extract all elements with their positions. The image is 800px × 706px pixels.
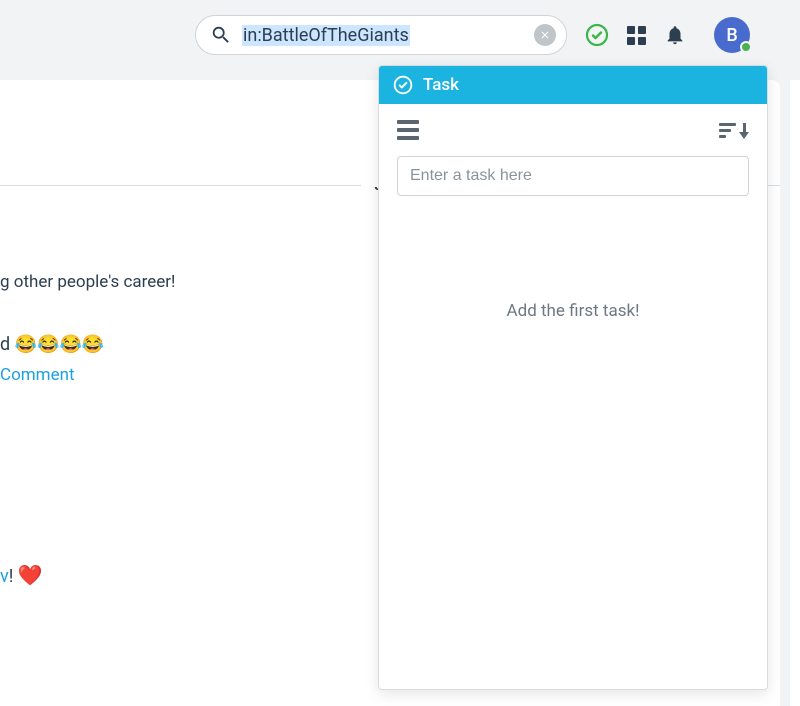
clear-search-button[interactable] [534, 24, 556, 46]
search-bar[interactable]: in:BattleOfTheGiants [195, 15, 567, 55]
task-empty-state: Add the first task! [379, 301, 767, 321]
hamburger-icon [397, 120, 419, 124]
heart-icon: ❤️ [18, 563, 43, 587]
search-value: in:BattleOfTheGiants [242, 25, 410, 46]
task-sort-button[interactable] [719, 123, 749, 138]
task-panel: Task Add the first task! [378, 65, 768, 690]
task-toolbar [379, 104, 767, 156]
sort-icon [719, 123, 736, 138]
check-circle-icon [393, 75, 413, 95]
notifications-button[interactable] [664, 24, 686, 46]
bell-icon [664, 24, 686, 46]
task-panel-header: Task [379, 66, 767, 104]
emoji-laugh: 😂 [15, 334, 37, 355]
feed-text-fragment: g other people's career! [0, 272, 175, 292]
search-icon [210, 24, 232, 46]
close-icon [539, 29, 551, 41]
user-avatar[interactable]: B [714, 17, 750, 53]
search-input[interactable]: in:BattleOfTheGiants [242, 25, 524, 46]
apps-icon-button[interactable] [627, 26, 646, 45]
feed-text-fragment: v [0, 566, 9, 587]
grid-icon [627, 26, 646, 45]
emoji-laugh: 😂 [82, 334, 104, 355]
feed-text-fragment: d [0, 334, 15, 355]
task-panel-title: Task [423, 75, 459, 95]
presence-indicator [740, 41, 752, 53]
task-input[interactable] [397, 156, 749, 196]
header-actions: B [585, 17, 750, 53]
feed-text-fragment: ! [9, 566, 18, 587]
tasks-icon-button[interactable] [585, 23, 609, 47]
avatar-initial: B [726, 25, 737, 46]
check-circle-icon [585, 23, 609, 47]
chevron-down-icon [739, 132, 749, 139]
right-panel-edge [790, 80, 800, 706]
app-header: in:BattleOfTheGiants B [0, 0, 800, 70]
task-menu-button[interactable] [397, 120, 419, 140]
emoji-laugh: 😂 [37, 334, 59, 355]
emoji-laugh: 😂 [59, 334, 81, 355]
task-input-container [379, 156, 767, 196]
